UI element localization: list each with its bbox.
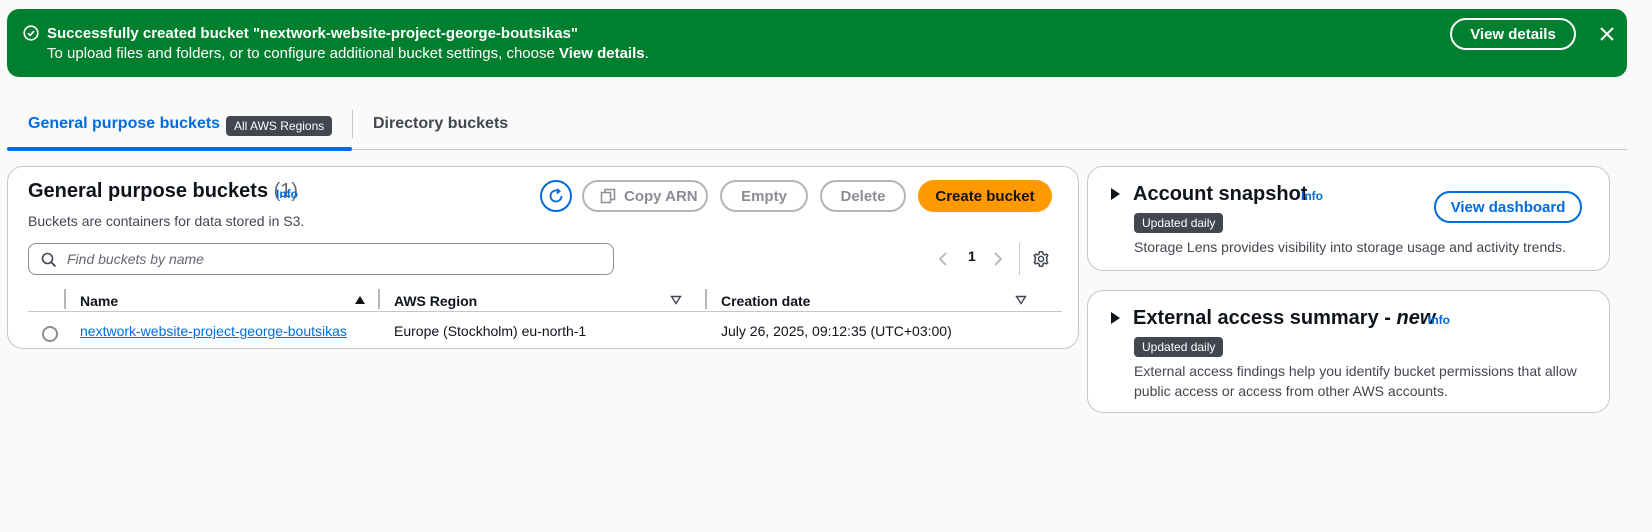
chevron-left-icon[interactable] <box>938 251 948 267</box>
column-header-region[interactable]: AWS Region <box>394 285 684 317</box>
account-snapshot-description: Storage Lens provides visibility into st… <box>1134 239 1566 255</box>
column-header-name[interactable]: Name <box>80 285 370 317</box>
success-check-icon <box>23 25 39 41</box>
search-input[interactable] <box>65 247 595 271</box>
flash-message-bold: View details <box>559 45 645 62</box>
external-access-summary-panel: External access summary - new Info Updat… <box>1087 290 1610 413</box>
buckets-heading-text: General purpose buckets <box>28 180 269 202</box>
search-icon <box>41 252 57 268</box>
external-access-title[interactable]: External access summary - new <box>1133 307 1435 330</box>
copy-icon <box>600 188 616 204</box>
pager-divider <box>1019 243 1020 275</box>
caret-right-icon[interactable] <box>1110 188 1120 200</box>
flash-message-text: To upload files and folders, or to confi… <box>47 45 559 62</box>
bucket-name-link[interactable]: nextwork-website-project-george-boutsika… <box>80 323 347 339</box>
empty-button[interactable]: Empty <box>720 180 808 212</box>
delete-button[interactable]: Delete <box>820 180 906 212</box>
external-access-info-link[interactable]: Info <box>1428 313 1450 327</box>
external-access-description-line2: public access or access from other AWS a… <box>1134 383 1448 399</box>
tab-general-purpose-buckets[interactable]: General purpose buckets All AWS Regions <box>7 104 352 151</box>
account-snapshot-panel: Account snapshot Info Updated daily Stor… <box>1087 166 1610 271</box>
copy-arn-button[interactable]: Copy ARN <box>582 180 708 212</box>
column-separator <box>705 289 707 309</box>
copy-arn-label: Copy ARN <box>624 188 698 205</box>
bucket-name-cell: nextwork-website-project-george-boutsika… <box>80 323 347 339</box>
create-bucket-button[interactable]: Create bucket <box>918 180 1052 212</box>
column-separator <box>64 289 66 309</box>
view-details-button[interactable]: View details <box>1450 18 1576 50</box>
flash-message-end: . <box>644 45 649 62</box>
all-regions-badge: All AWS Regions <box>226 116 333 136</box>
buckets-description: Buckets are containers for data stored i… <box>28 213 305 229</box>
refresh-button[interactable] <box>540 180 572 212</box>
bucket-region-cell: Europe (Stockholm) eu-north-1 <box>394 323 587 339</box>
bucket-creation-date-cell: July 26, 2025, 09:12:35 (UTC+03:00) <box>721 323 952 339</box>
account-snapshot-title[interactable]: Account snapshot <box>1133 183 1307 206</box>
column-header-date-label: Creation date <box>721 293 811 309</box>
chevron-right-icon[interactable] <box>993 251 1003 267</box>
row-select-radio[interactable] <box>42 326 58 342</box>
refresh-icon <box>549 188 563 203</box>
page-number[interactable]: 1 <box>968 248 976 264</box>
buckets-info-link[interactable]: Info <box>276 187 298 201</box>
account-snapshot-info-link[interactable]: Info <box>1301 189 1323 203</box>
buckets-heading: General purpose buckets (1) <box>28 180 298 203</box>
external-access-description-line1: External access findings help you identi… <box>1134 363 1577 379</box>
buckets-table-container: General purpose buckets (1) Info Buckets… <box>7 166 1079 349</box>
table-header-divider <box>28 311 1062 312</box>
success-flashbar: Successfully created bucket "nextwork-we… <box>7 9 1627 77</box>
flash-message: To upload files and folders, or to confi… <box>47 45 649 62</box>
updated-daily-badge: Updated daily <box>1134 213 1224 233</box>
sort-icon[interactable] <box>670 295 682 305</box>
column-header-region-label: AWS Region <box>394 293 478 309</box>
tab-divider <box>352 110 353 138</box>
bucket-tabs: General purpose buckets All AWS Regions … <box>7 104 1627 151</box>
tab-directory-buckets[interactable]: Directory buckets <box>373 115 508 133</box>
updated-daily-badge: Updated daily <box>1134 337 1224 357</box>
close-icon[interactable] <box>1597 24 1617 44</box>
gear-icon[interactable] <box>1032 250 1050 268</box>
column-header-name-label: Name <box>80 293 119 309</box>
sort-icon[interactable] <box>1015 295 1027 305</box>
external-access-title-text: External access summary - <box>1133 307 1397 329</box>
flash-title: Successfully created bucket "nextwork-we… <box>47 25 579 42</box>
view-dashboard-button[interactable]: View dashboard <box>1434 191 1582 223</box>
tab-general-label: General purpose buckets <box>28 115 221 132</box>
column-header-creation-date[interactable]: Creation date <box>721 285 1027 317</box>
active-tab-indicator <box>7 147 352 151</box>
column-separator <box>378 289 380 309</box>
sort-ascending-icon[interactable] <box>354 295 366 305</box>
search-field <box>28 243 614 275</box>
caret-right-icon[interactable] <box>1110 312 1120 324</box>
